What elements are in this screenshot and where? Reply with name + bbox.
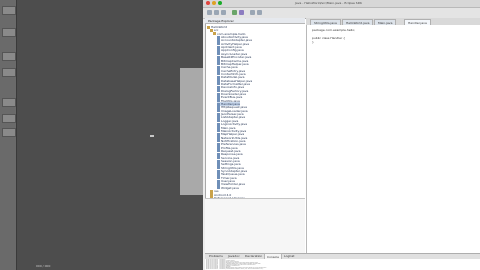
- code-line-4: }: [312, 40, 314, 44]
- package-explorer-title: Package Explorer: [205, 18, 305, 24]
- dark-canvas: [17, 0, 203, 270]
- tool-button-4[interactable]: [2, 68, 16, 77]
- code-line-1: package com.example.hello;: [312, 28, 356, 32]
- minimize-window-icon[interactable]: [212, 1, 216, 5]
- tree-item-label: Widget.java: [221, 185, 239, 190]
- debug-icon[interactable]: [239, 10, 244, 15]
- print-icon[interactable]: [221, 10, 226, 15]
- outline-panel: [205, 198, 305, 255]
- mouse-cursor-icon: [150, 135, 154, 137]
- code-line-3: public class Handler {: [312, 36, 346, 40]
- zoom-window-icon[interactable]: [218, 1, 222, 5]
- folder-icon: [213, 32, 216, 36]
- tool-button-5[interactable]: [2, 98, 16, 107]
- new-file-icon[interactable]: [207, 10, 212, 15]
- close-window-icon[interactable]: [206, 1, 210, 5]
- tool-button-2[interactable]: [2, 28, 16, 37]
- tool-button-7[interactable]: [2, 128, 16, 137]
- open-type-icon[interactable]: [257, 10, 262, 15]
- tool-button-3[interactable]: [2, 52, 16, 61]
- left-status-text: 000 / 000: [36, 264, 51, 268]
- code-editor[interactable]: [306, 25, 480, 253]
- ide-title-text: Java - HelloWorld/src/Main.java - Eclips…: [295, 1, 362, 5]
- tool-button-1[interactable]: [2, 6, 16, 15]
- tool-button-6[interactable]: [2, 114, 16, 123]
- search-icon[interactable]: [250, 10, 255, 15]
- save-icon[interactable]: [214, 10, 219, 15]
- tree-item[interactable]: Widget.java: [217, 186, 239, 190]
- package-tree: HelloWorld src com.example.hello AboutActiv…: [207, 25, 304, 210]
- run-icon[interactable]: [232, 10, 237, 15]
